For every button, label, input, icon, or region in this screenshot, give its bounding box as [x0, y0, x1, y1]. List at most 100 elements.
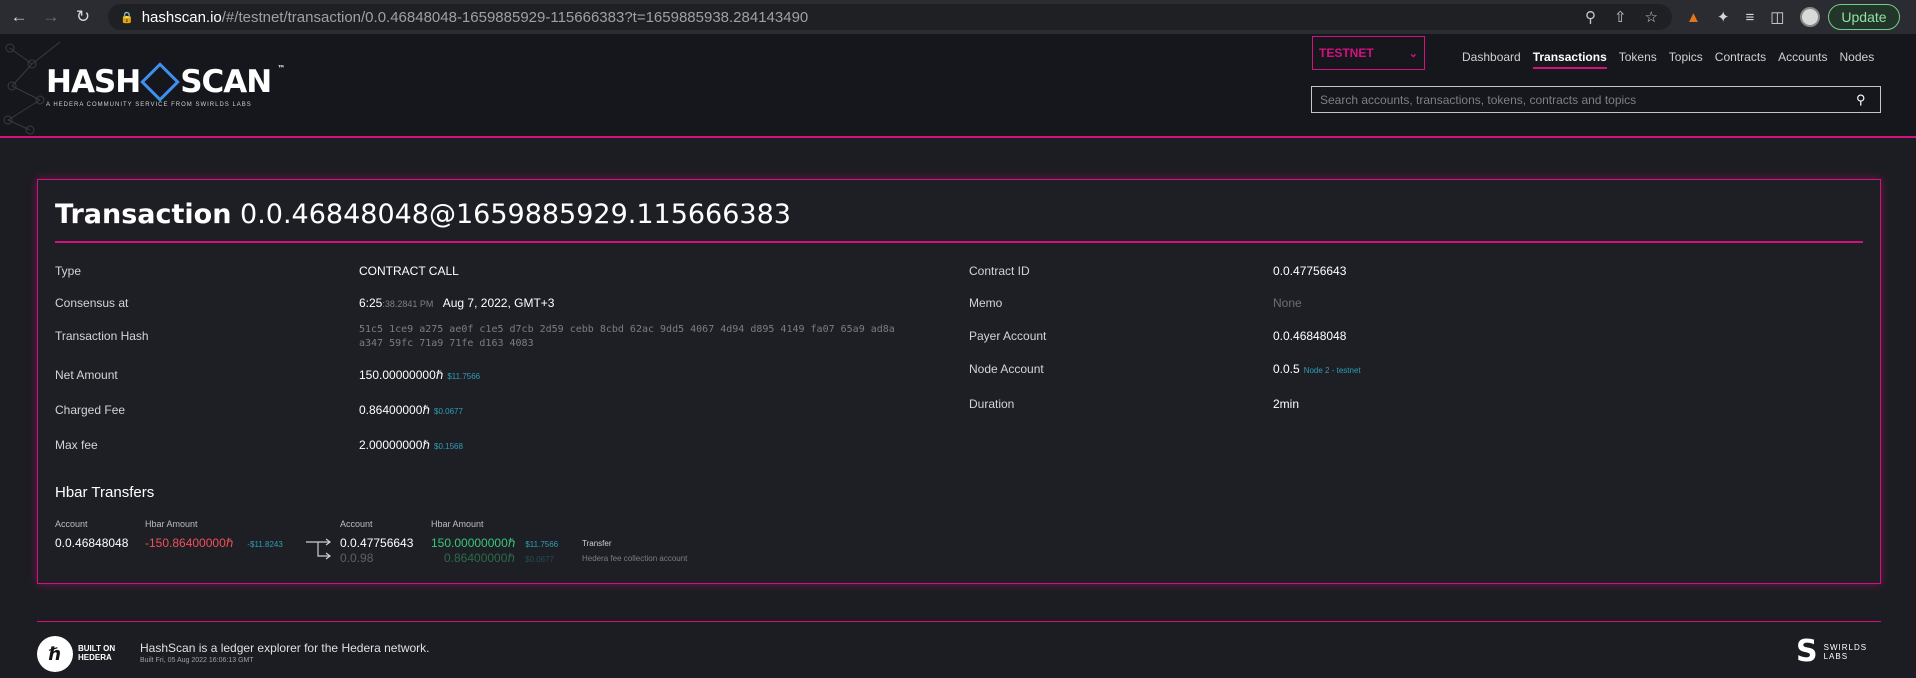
max-fee-hbar: 2.00000000ℏ: [359, 438, 431, 452]
memo-label: Memo: [969, 296, 1003, 310]
nav-nodes[interactable]: Nodes: [1840, 50, 1875, 69]
to-amount-hbar-1: 150.00000000ℏ: [431, 536, 516, 550]
contract-id-label: Contract ID: [969, 264, 1030, 278]
logo-text-right: SCAN: [180, 64, 272, 100]
swirlds-mark-icon: S: [1796, 634, 1818, 669]
url-path: /#/testnet/transaction/0.0.46848048-1659…: [221, 8, 809, 26]
logo-tm: ™: [277, 64, 285, 73]
charged-fee-usd: $0.0677: [434, 407, 463, 416]
footer-description: HashScan is a ledger explorer for the He…: [140, 641, 430, 655]
title-transaction-id: 0.0.46848048@1659885929.115666383: [240, 199, 791, 230]
search-bar: ⚲: [1311, 86, 1881, 113]
hbar-transfers-title: Hbar Transfers: [55, 484, 155, 501]
node-label: Node Account: [969, 362, 1044, 376]
charged-fee-label: Charged Fee: [55, 403, 126, 417]
memo-value: None: [1273, 296, 1302, 310]
net-amount-value: 150.00000000ℏ $11.7566: [359, 368, 480, 382]
built-on-line-2: HEDERA: [78, 653, 112, 662]
transfer-note-1: Transfer: [582, 539, 612, 548]
logo-diamond-icon: [140, 62, 181, 102]
transfer-arrow-icon: [306, 538, 331, 560]
node-name: Node 2 - testnet: [1303, 366, 1361, 375]
bookmark-star-icon[interactable]: ☆: [1645, 8, 1658, 26]
contract-id-link[interactable]: 0.0.47756643: [1273, 264, 1346, 278]
from-amount-hbar: -150.86400000ℏ: [145, 536, 234, 550]
net-amount-label: Net Amount: [55, 368, 118, 382]
profile-avatar[interactable]: [1800, 7, 1821, 27]
consensus-value: 6:25:38.2841 PM Aug 7, 2022, GMT+3: [359, 296, 554, 310]
node-value: 0.0.5 Node 2 - testnet: [1273, 362, 1361, 376]
consensus-label: Consensus at: [55, 296, 129, 310]
nav-topics[interactable]: Topics: [1669, 50, 1703, 69]
to-account-header: Account: [340, 519, 373, 529]
hashscan-logo[interactable]: HASH SCAN ™ A HEDERA COMMUNITY SERVICE FR…: [46, 62, 285, 108]
built-on-hedera: BUILT ON HEDERA: [78, 644, 115, 662]
logo-tagline: A HEDERA COMMUNITY SERVICE FROM SWIRLDS …: [46, 102, 252, 108]
hash-line-1: 51c5 1ce9 a275 ae0f c1e5 d7cb 2d59 cebb …: [359, 324, 895, 335]
to-amount-usd-2: $0.0677: [525, 555, 554, 564]
node-account-link[interactable]: 0.0.5: [1273, 362, 1300, 376]
from-account-link[interactable]: 0.0.46848048: [55, 536, 128, 550]
update-button[interactable]: Update: [1828, 4, 1900, 30]
hash-label: Transaction Hash: [55, 329, 149, 343]
duration-label: Duration: [969, 397, 1015, 411]
payer-label: Payer Account: [969, 329, 1047, 343]
title-divider: [55, 241, 1863, 243]
footer-divider: [37, 621, 1881, 622]
built-on-line-1: BUILT ON: [78, 644, 116, 653]
network-label: TESTNET: [1319, 46, 1374, 60]
reading-list-icon[interactable]: ≡: [1745, 9, 1754, 26]
extensions-puzzle-icon[interactable]: ✦: [1717, 8, 1730, 26]
search-input[interactable]: [1320, 92, 1856, 107]
payer-account-link[interactable]: 0.0.46848048: [1273, 329, 1346, 343]
nav-dashboard[interactable]: Dashboard: [1462, 50, 1521, 69]
max-fee-label: Max fee: [55, 438, 98, 452]
network-select[interactable]: TESTNET ⌄: [1312, 36, 1425, 70]
url-host: hashscan.io: [141, 8, 222, 26]
transaction-hash: 51c5 1ce9 a275 ae0f c1e5 d7cb 2d59 cebb …: [359, 323, 895, 351]
lock-icon: 🔒: [120, 11, 134, 24]
browser-toolbar: ← → ↻ 🔒 hashscan.io/#/testnet/transactio…: [0, 0, 1916, 34]
to-account-link-1[interactable]: 0.0.47756643: [340, 536, 413, 550]
type-label: Type: [55, 264, 82, 278]
reload-icon[interactable]: ↻: [70, 4, 96, 30]
to-amount-usd-1: $11.7566: [525, 540, 559, 549]
transfer-note-2: Hedera fee collection account: [582, 554, 688, 563]
metamask-icon[interactable]: ▲: [1686, 9, 1701, 26]
duration-value: 2min: [1273, 397, 1300, 411]
max-fee-usd: $0.1568: [434, 442, 463, 451]
address-bar[interactable]: 🔒 hashscan.io/#/testnet/transaction/0.0.…: [108, 4, 1672, 30]
to-account-link-2[interactable]: 0.0.98: [340, 551, 373, 565]
nav-tokens[interactable]: Tokens: [1619, 50, 1657, 69]
side-panel-icon[interactable]: ◫: [1770, 8, 1784, 26]
consensus-seconds: :38.2841 PM: [382, 299, 434, 309]
max-fee-value: 2.00000000ℏ $0.1568: [359, 438, 463, 452]
charged-fee-hbar: 0.86400000ℏ: [359, 403, 431, 417]
from-amount-header: Hbar Amount: [145, 519, 198, 529]
zoom-icon[interactable]: ⚲: [1585, 8, 1596, 26]
from-account-header: Account: [55, 519, 88, 529]
net-amount-hbar: 150.00000000ℏ: [359, 368, 444, 382]
nav-accounts[interactable]: Accounts: [1778, 50, 1827, 69]
back-icon[interactable]: ←: [6, 4, 32, 30]
logo-text-left: HASH: [46, 64, 141, 100]
search-icon[interactable]: ⚲: [1856, 92, 1880, 108]
transaction-card: Transaction 0.0.46848048@1659885929.1156…: [37, 179, 1881, 584]
hedera-logo-icon[interactable]: ℏ: [37, 636, 73, 672]
chevron-down-icon: ⌄: [1408, 47, 1418, 60]
to-amount-header: Hbar Amount: [431, 519, 484, 529]
nav-contracts[interactable]: Contracts: [1715, 50, 1766, 69]
net-amount-usd: $11.7566: [447, 372, 481, 381]
swirlds-line-2: LABS: [1823, 652, 1849, 661]
swirlds-labs-logo[interactable]: S SWIRLDS LABS: [1796, 637, 1867, 667]
from-amount: -150.86400000ℏ -$11.8243: [145, 536, 283, 550]
to-amount-hbar-2: 0.86400000ℏ: [444, 551, 516, 565]
to-amount-1: 150.00000000ℏ $11.7566: [431, 536, 558, 550]
nav-transactions[interactable]: Transactions: [1532, 50, 1607, 69]
title-label: Transaction: [55, 199, 232, 230]
swirlds-line-1: SWIRLDS: [1823, 643, 1868, 652]
consensus-date: Aug 7, 2022, GMT+3: [442, 296, 555, 310]
forward-icon[interactable]: →: [38, 4, 64, 30]
share-icon[interactable]: ⇧: [1614, 8, 1627, 26]
hash-line-2: a347 59fc 71a9 71fe d163 4083: [359, 338, 534, 349]
